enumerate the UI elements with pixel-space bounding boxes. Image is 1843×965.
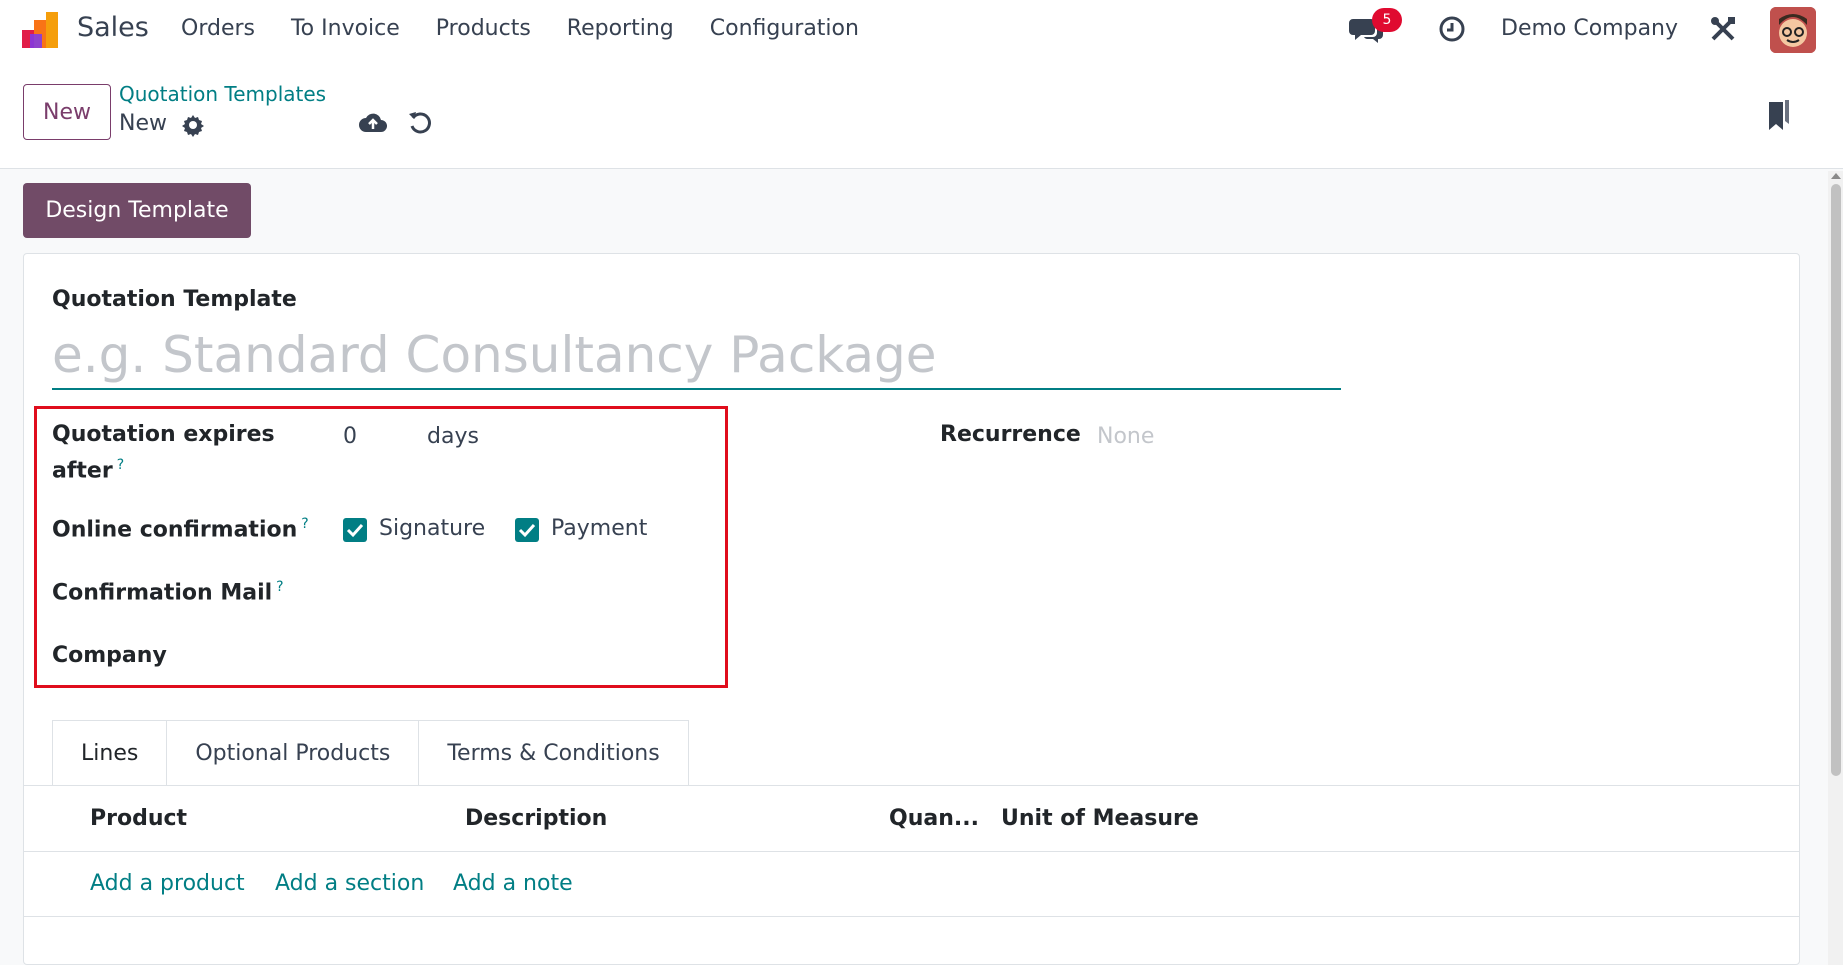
expires-unit: days xyxy=(427,424,479,449)
menu-reporting[interactable]: Reporting xyxy=(567,16,674,41)
column-quantity[interactable]: Quan... xyxy=(889,806,979,831)
column-description[interactable]: Description xyxy=(465,806,607,831)
menu-configuration[interactable]: Configuration xyxy=(710,16,859,41)
check-icon xyxy=(518,523,536,538)
add-product-link[interactable]: Add a product xyxy=(90,871,245,896)
bookmark-icon[interactable] xyxy=(1765,98,1791,132)
template-name-input[interactable] xyxy=(52,322,1341,390)
confirmation-mail-text: Confirmation Mail xyxy=(52,580,273,606)
table-header-divider xyxy=(24,851,1799,852)
online-confirmation-text: Online confirmation xyxy=(52,517,298,543)
menu-orders[interactable]: Orders xyxy=(181,16,255,41)
confirmation-mail-label: Confirmation Mail? xyxy=(52,579,284,605)
expires-label-after: after xyxy=(52,458,113,484)
main-menu: Orders To Invoice Products Reporting Con… xyxy=(181,16,895,41)
company-switcher[interactable]: Demo Company xyxy=(1501,16,1678,41)
add-section-link[interactable]: Add a section xyxy=(275,871,424,896)
column-product[interactable]: Product xyxy=(90,806,187,831)
new-button[interactable]: New xyxy=(23,84,111,140)
confirmation-mail-help-icon[interactable]: ? xyxy=(276,579,283,595)
save-cloud-icon[interactable] xyxy=(358,110,388,136)
check-icon xyxy=(346,523,364,538)
breadcrumb[interactable]: Quotation Templates xyxy=(119,82,326,106)
app-logo-icon[interactable] xyxy=(20,10,62,50)
design-template-button[interactable]: Design Template xyxy=(23,183,251,238)
signature-label: Signature xyxy=(379,516,486,541)
quotation-template-label: Quotation Template xyxy=(52,287,297,312)
table-row-divider xyxy=(24,916,1799,917)
tab-terms-conditions[interactable]: Terms & Conditions xyxy=(418,720,689,786)
online-confirmation-label: Online confirmation? xyxy=(52,516,309,542)
recurrence-input[interactable]: None xyxy=(1097,424,1154,449)
tab-lines[interactable]: Lines xyxy=(52,720,168,786)
notebook-tabs: Lines Optional Products Terms & Conditio… xyxy=(52,720,689,786)
signature-checkbox[interactable] xyxy=(343,518,367,542)
menu-to-invoice[interactable]: To Invoice xyxy=(291,16,400,41)
payment-checkbox[interactable] xyxy=(515,518,539,542)
expires-days-input[interactable]: 0 xyxy=(343,424,357,449)
app-name[interactable]: Sales xyxy=(77,12,149,43)
column-unit-of-measure[interactable]: Unit of Measure xyxy=(1001,806,1199,831)
chat-count-badge: 5 xyxy=(1372,8,1402,32)
scrollbar-thumb[interactable] xyxy=(1831,184,1841,776)
clock-icon[interactable] xyxy=(1437,14,1467,44)
payment-label: Payment xyxy=(551,516,648,541)
scroll-up-arrow[interactable] xyxy=(1831,173,1841,179)
online-confirmation-help-icon[interactable]: ? xyxy=(301,516,308,532)
add-note-link[interactable]: Add a note xyxy=(453,871,573,896)
tools-icon[interactable] xyxy=(1708,14,1738,44)
expires-label: Quotation expires xyxy=(52,422,275,447)
record-name: New xyxy=(119,111,167,136)
recurrence-label: Recurrence xyxy=(940,422,1081,447)
expires-help-icon[interactable]: ? xyxy=(117,457,124,473)
expires-label-line2: after? xyxy=(52,457,124,483)
tab-divider xyxy=(24,785,1799,786)
menu-products[interactable]: Products xyxy=(436,16,531,41)
discard-icon[interactable] xyxy=(407,110,433,136)
gear-icon[interactable] xyxy=(181,113,205,137)
tab-optional-products[interactable]: Optional Products xyxy=(166,720,420,786)
top-navbar: Sales Orders To Invoice Products Reporti… xyxy=(0,0,1843,58)
avatar[interactable] xyxy=(1770,7,1816,53)
company-label: Company xyxy=(52,643,167,668)
